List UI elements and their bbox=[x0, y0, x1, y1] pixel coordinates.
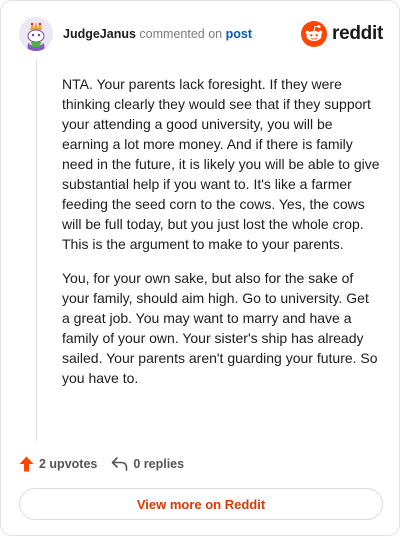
user-avatar[interactable] bbox=[19, 17, 53, 51]
comment-paragraph: You, for your own sake, but also for the… bbox=[62, 270, 378, 386]
reply-count: 0 replies bbox=[133, 457, 185, 471]
post-link[interactable]: post bbox=[226, 27, 252, 41]
comment-embed-card: JudgeJanus commented on post reddit NTA.… bbox=[0, 0, 400, 536]
upvote-count: 2 upvotes bbox=[39, 457, 98, 471]
reply-button[interactable]: 0 replies bbox=[111, 457, 184, 471]
reply-arrow-icon bbox=[112, 457, 128, 471]
comment-meta: JudgeJanus commented on post bbox=[63, 26, 252, 42]
comment-body: NTA. Your parents lack foresight. If the… bbox=[62, 74, 380, 402]
author-name[interactable]: JudgeJanus bbox=[63, 27, 136, 41]
upvote-arrow-icon bbox=[19, 456, 34, 472]
thread-line bbox=[36, 59, 37, 441]
reddit-wordmark: reddit bbox=[332, 23, 383, 44]
action-text: commented on bbox=[139, 27, 223, 41]
view-more-button[interactable]: View more on Reddit bbox=[19, 488, 383, 520]
upvote-button[interactable]: 2 upvotes bbox=[19, 456, 97, 472]
comment-actions: 2 upvotes 0 replies bbox=[19, 453, 184, 475]
snoo-avatar-icon bbox=[19, 17, 53, 51]
reddit-logo-icon bbox=[301, 21, 328, 47]
comment-header: JudgeJanus commented on post reddit bbox=[19, 17, 383, 51]
reddit-logo[interactable]: reddit bbox=[301, 21, 383, 47]
comment-paragraph: NTA. Your parents lack foresight. If the… bbox=[62, 76, 380, 252]
